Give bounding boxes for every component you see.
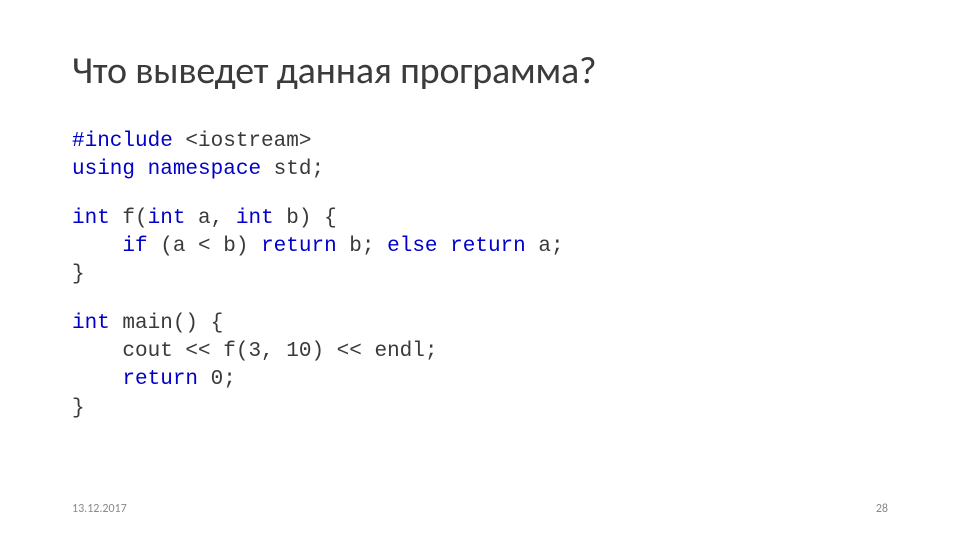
- slide-title: Что выведет данная программа?: [72, 48, 888, 94]
- footer-page-number: 28: [876, 502, 888, 516]
- code-text: f(: [110, 207, 148, 230]
- code-keyword: if: [122, 235, 147, 258]
- code-type: int: [148, 207, 186, 230]
- code-keyword: using: [72, 158, 135, 181]
- code-text: b;: [337, 235, 387, 258]
- code-line: using namespace std;: [72, 158, 324, 181]
- code-text: b) {: [274, 207, 337, 230]
- code-indent: [72, 340, 122, 363]
- code-text: cout << f(3, 10) << endl;: [122, 340, 437, 363]
- code-keyword: namespace: [148, 158, 261, 181]
- code-keyword: return: [122, 368, 198, 391]
- code-keyword: return: [261, 235, 337, 258]
- code-include-target: <iostream>: [185, 130, 311, 153]
- code-keyword: return: [450, 235, 526, 258]
- code-text: a;: [526, 235, 564, 258]
- code-indent: [72, 368, 122, 391]
- code-block-3: int main() { cout << f(3, 10) << endl; r…: [72, 310, 888, 423]
- code-text: (a < b): [148, 235, 261, 258]
- code-block-2: int f(int a, int b) { if (a < b) return …: [72, 205, 888, 290]
- footer-date: 13.12.2017: [72, 502, 127, 516]
- code-text: a,: [185, 207, 235, 230]
- code-line: cout << f(3, 10) << endl;: [72, 340, 437, 363]
- code-type: int: [72, 312, 110, 335]
- code-text: main() {: [110, 312, 223, 335]
- code-text: [135, 158, 148, 181]
- code-directive: #include: [72, 130, 185, 153]
- code-keyword: else: [387, 235, 437, 258]
- slide: Что выведет данная программа? #include <…: [0, 0, 960, 540]
- code-line: }: [72, 263, 85, 286]
- code-type: int: [72, 207, 110, 230]
- code-text: 0;: [198, 368, 236, 391]
- code-text: [438, 235, 451, 258]
- code-text: std;: [261, 158, 324, 181]
- code-line: }: [72, 397, 85, 420]
- code-line: int main() {: [72, 312, 223, 335]
- code-type: int: [236, 207, 274, 230]
- code-indent: [72, 235, 122, 258]
- code-line: int f(int a, int b) {: [72, 207, 337, 230]
- code-line: if (a < b) return b; else return a;: [72, 235, 564, 258]
- code-block-1: #include <iostream> using namespace std;: [72, 128, 888, 185]
- code-line: return 0;: [72, 368, 236, 391]
- code-line: #include <iostream>: [72, 130, 311, 153]
